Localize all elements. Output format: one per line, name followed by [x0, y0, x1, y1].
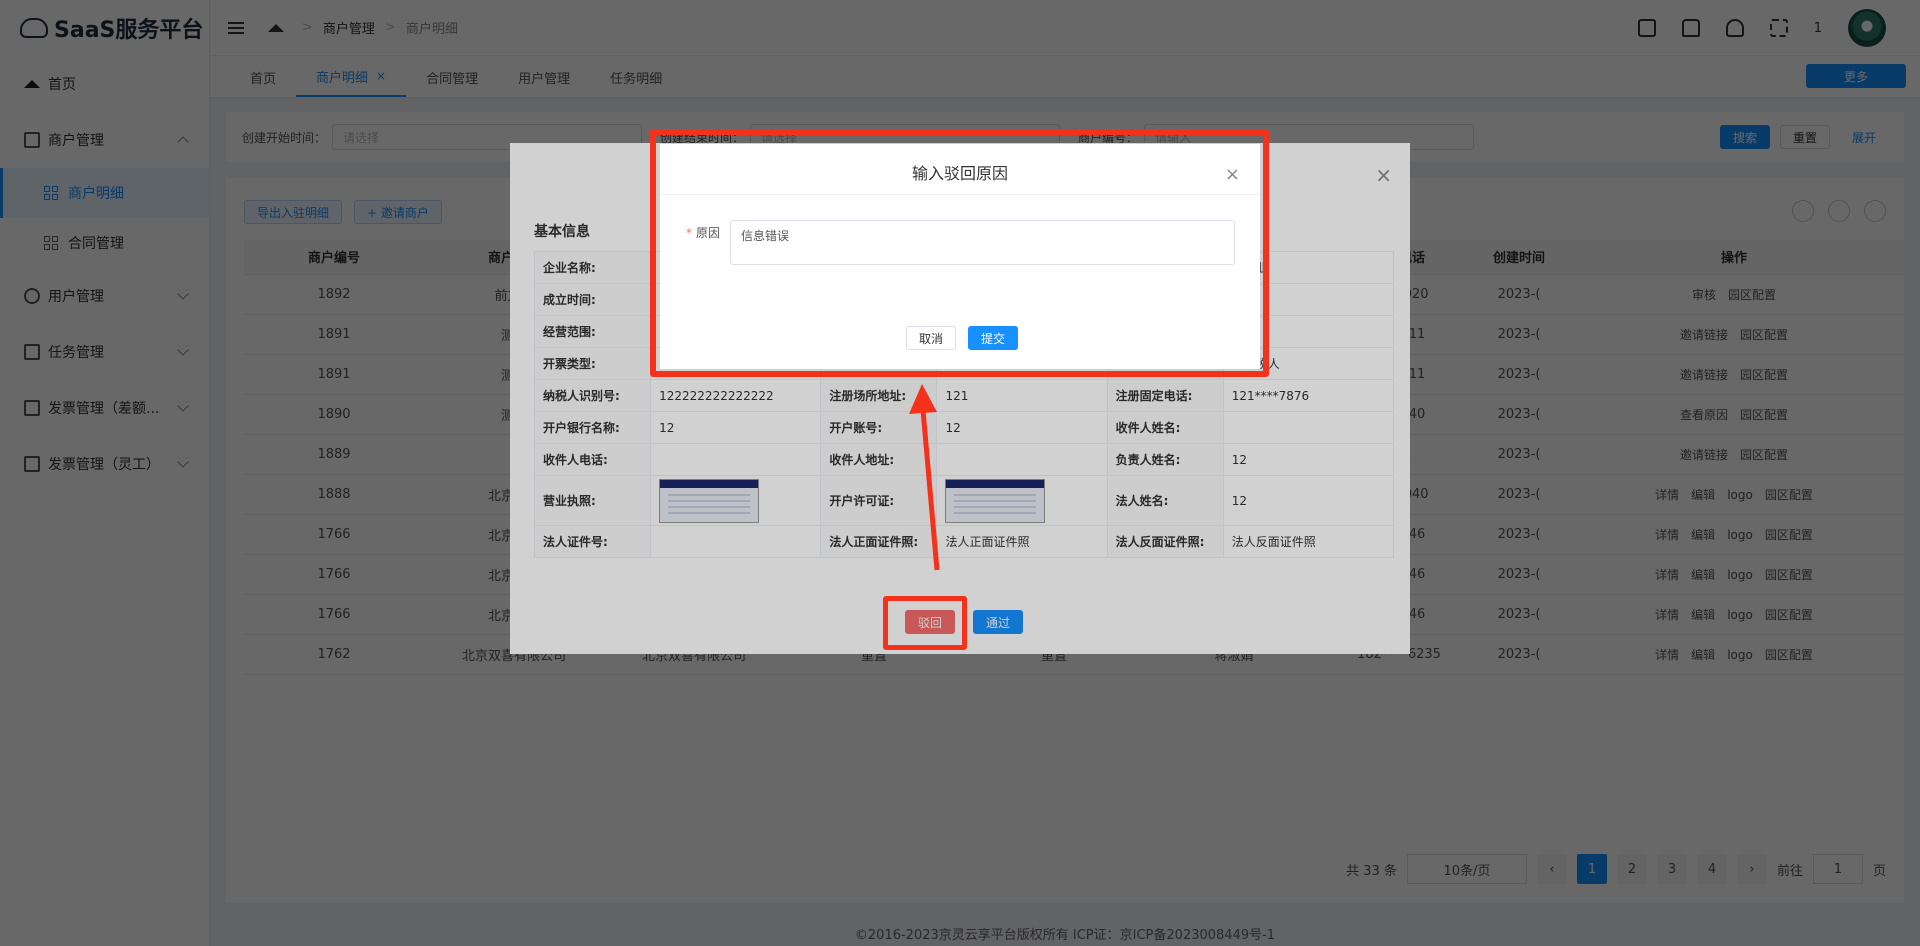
annotation-highlight-dialog: [650, 129, 1269, 377]
annotation-highlight-reject: [883, 596, 967, 650]
